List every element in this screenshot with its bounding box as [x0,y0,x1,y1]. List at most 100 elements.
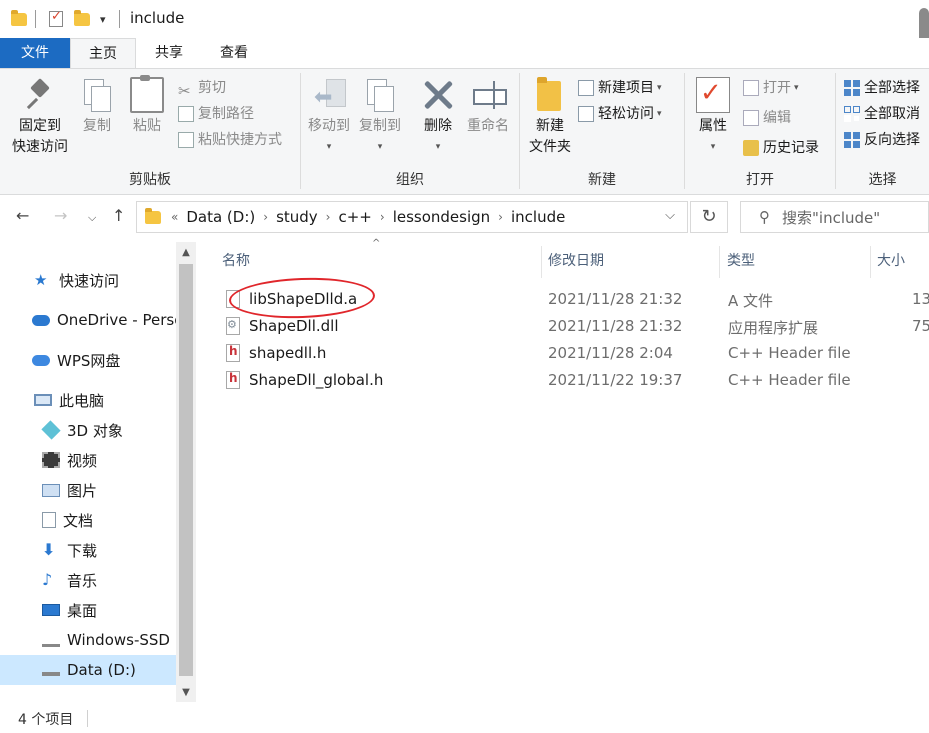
pin-to-quick-access-button[interactable]: 固定到 快速访问 [8,77,72,158]
new-folder-quick-button[interactable] [74,9,90,29]
history-button[interactable]: 历史记录 [743,137,819,159]
tab-view[interactable]: 查看 [202,38,266,68]
forward-button[interactable]: → [54,206,67,225]
edit-button[interactable]: 编辑 [743,107,791,129]
nav-item-this-pc[interactable]: 此电脑 [0,385,176,415]
nav-item-windows-ssd[interactable]: Windows-SSD (C:) [0,625,176,655]
nav-item-videos[interactable]: 视频 [0,445,176,475]
breadcrumb-study[interactable]: study [276,208,318,226]
chevron-right-icon[interactable]: › [380,210,385,224]
column-header-date[interactable]: 修改日期 [548,250,604,270]
paste-button[interactable]: 粘贴 [126,75,168,137]
file-size: 13 [912,290,929,308]
organize-group-label: 组织 [396,172,424,188]
invert-selection-button[interactable]: 反向选择 [844,129,920,151]
select-all-button[interactable]: 全部选择 [844,77,920,99]
overflow-icon[interactable]: « [171,210,178,224]
address-dropdown-icon[interactable]: ⌵ [665,208,675,223]
column-separator[interactable] [870,246,871,278]
nav-item-desktop[interactable]: 桌面 [0,595,176,625]
clipboard-icon [130,75,164,113]
refresh-icon: ↻ [701,206,717,227]
column-header-size[interactable]: 大小 [877,250,905,270]
select-none-button[interactable]: 全部取消 [844,103,920,125]
new-item-button[interactable]: 新建项目 ▾ [578,77,662,99]
nav-item-onedrive[interactable]: OneDrive - Personal [0,305,176,335]
qat-customize-dropdown[interactable]: ▾ [100,9,106,29]
properties-quick-button[interactable] [49,9,63,29]
rename-icon [471,77,507,113]
refresh-button[interactable]: ↻ [690,201,728,233]
tab-file[interactable]: 文件 [0,38,70,68]
column-separator[interactable] [541,246,542,278]
search-placeholder: 搜索"include" [782,208,881,227]
cloud-icon [32,354,50,366]
nav-pane-scrollbar[interactable]: ▲ ▼ [176,242,196,702]
file-row[interactable]: shapedll.h 2021/11/28 2:04 C++ Header fi… [222,340,929,367]
nav-item-downloads[interactable]: ⬇ 下载 [0,535,176,565]
scroll-up-icon[interactable]: ▲ [176,247,196,258]
nav-item-label: OneDrive - Personal [57,311,176,329]
move-to-button[interactable]: 移动到 ▾ [305,77,353,158]
nav-item-label: 文档 [63,511,94,530]
recent-locations-button[interactable]: ⌵ [88,211,96,225]
chevron-right-icon[interactable]: › [498,210,503,224]
properties-button[interactable]: 属性 ▾ [691,77,735,158]
cut-button[interactable]: ✂ 剪切 [178,77,226,100]
drive-icon [42,633,60,647]
column-separator[interactable] [719,246,720,278]
select-all-label: 全部选择 [864,80,920,96]
nav-item-label: 视频 [67,451,98,470]
file-row[interactable]: ShapeDll.dll 2021/11/28 21:32 应用程序扩展 75 [222,313,929,340]
tab-home[interactable]: 主页 [70,38,136,69]
new-folder-button[interactable]: 新建 文件夹 [526,77,574,158]
address-bar[interactable]: « Data (D:) › study › c++ › lessondesign… [136,201,688,233]
scroll-down-icon[interactable]: ▼ [176,687,196,698]
music-note-icon: ♪ [42,570,53,589]
up-button[interactable]: ↑ [112,206,125,225]
breadcrumb-cpp[interactable]: c++ [338,208,371,226]
breadcrumb-include[interactable]: include [511,208,565,226]
nav-item-wps[interactable]: WPS网盘 [0,345,176,375]
nav-item-music[interactable]: ♪ 音乐 [0,565,176,595]
ribbon: 固定到 快速访问 复制 粘贴 ✂ 剪切 复制路径 粘贴快捷方式 剪贴板 移动到 [0,68,929,195]
nav-item-quick-access[interactable]: ★ 快速访问 [0,265,176,295]
nav-item-pictures[interactable]: 图片 [0,475,176,505]
copy-path-button[interactable]: 复制路径 [178,103,254,125]
easy-access-label: 轻松访问 [598,106,654,122]
file-date: 2021/11/28 21:32 [548,317,683,335]
pin-label-1: 固定到 [19,118,61,134]
invert-selection-icon [844,132,860,148]
breadcrumb-lessondesign[interactable]: lessondesign [393,208,490,226]
delete-button[interactable]: 删除 ▾ [417,77,459,158]
back-button[interactable]: ← [16,206,29,225]
history-label: 历史记录 [763,140,819,156]
status-bar: 4 个项目 [0,702,929,733]
nav-item-documents[interactable]: 文档 [0,505,176,535]
sort-ascending-icon: ^ [372,238,381,249]
chevron-right-icon[interactable]: › [326,210,331,224]
header-file-icon [226,344,240,362]
copy-button[interactable]: 复制 [76,77,118,137]
copy-to-button[interactable]: 复制到 ▾ [355,77,405,158]
scrollbar-thumb[interactable] [179,264,193,676]
rename-button[interactable]: 重命名 [461,77,515,137]
tab-share[interactable]: 共享 [136,38,202,68]
nav-item-3d-objects[interactable]: 3D 对象 [0,415,176,445]
nav-item-data-d[interactable]: Data (D:) [0,655,176,685]
file-name: ShapeDll_global.h [249,371,384,389]
chevron-right-icon[interactable]: › [263,210,268,224]
move-to-icon [312,77,346,113]
open-button[interactable]: 打开 ▾ [743,77,799,99]
column-header-type[interactable]: 类型 [727,250,755,270]
file-row[interactable]: ShapeDll_global.h 2021/11/22 19:37 C++ H… [222,367,929,394]
breadcrumb-data-d[interactable]: Data (D:) [186,208,255,226]
column-header-name[interactable]: 名称 [222,250,250,270]
document-icon [42,512,56,528]
search-input[interactable]: ⚲ 搜索"include" [740,201,929,233]
easy-access-button[interactable]: 轻松访问 ▾ [578,103,662,125]
nav-item-label: Windows-SSD (C:) [67,631,176,649]
copy-to-label: 复制到 [359,118,401,134]
paste-shortcut-button[interactable]: 粘贴快捷方式 [178,129,282,151]
copy-icon [80,77,114,113]
